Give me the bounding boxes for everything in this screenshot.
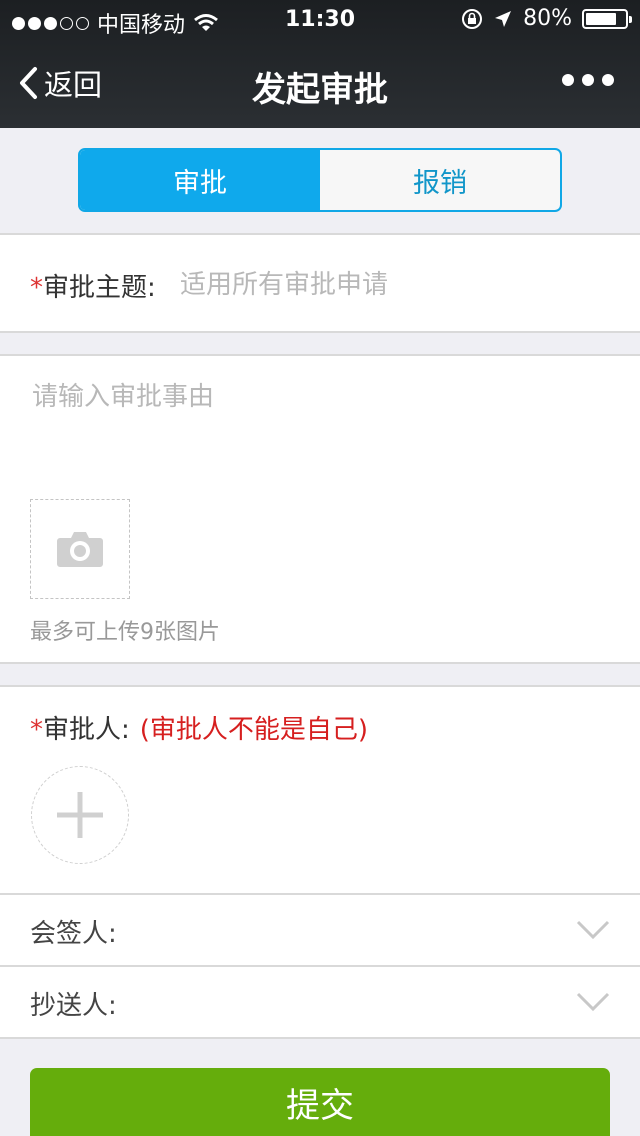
required-mark: * <box>30 715 43 745</box>
approver-warning: (审批人不能是自己) <box>139 715 369 745</box>
approver-label: 审批人: <box>43 715 130 745</box>
tab-reimbursement[interactable]: 报销 <box>320 150 560 210</box>
segmented-control: 审批 报销 <box>78 148 562 212</box>
battery-icon <box>582 8 632 29</box>
cosigner-label: 会签人: <box>30 919 117 949</box>
rotation-lock-icon <box>462 8 483 29</box>
chevron-down-icon <box>576 920 610 940</box>
cc-row[interactable]: 抄送人: <box>0 965 640 1039</box>
upload-photo-button[interactable] <box>30 499 130 599</box>
reason-section: 最多可上传9张图片 <box>0 354 640 664</box>
required-mark: * <box>30 273 43 303</box>
submit-button[interactable]: 提交 <box>30 1068 610 1136</box>
upload-hint: 最多可上传9张图片 <box>30 620 220 645</box>
top-bar: 中国移动 11:30 80% 返回 发起审批 <box>0 0 640 128</box>
camera-icon <box>57 532 103 567</box>
subject-label: 审批主题: <box>43 273 156 303</box>
approver-section: *审批人: (审批人不能是自己) <box>0 685 640 894</box>
battery-percent: 80% <box>523 6 572 31</box>
cc-label: 抄送人: <box>30 991 117 1021</box>
chevron-down-icon <box>576 992 610 1012</box>
tab-approval[interactable]: 审批 <box>80 150 320 210</box>
page-title: 发起审批 <box>252 70 388 110</box>
add-approver-button[interactable] <box>31 766 129 864</box>
cosigner-row[interactable]: 会签人: <box>0 893 640 965</box>
reason-input[interactable] <box>32 376 612 486</box>
subject-input[interactable] <box>180 263 610 307</box>
more-icon[interactable] <box>562 74 614 86</box>
plus-icon <box>57 792 103 838</box>
location-arrow-icon <box>495 10 512 27</box>
nav-bar: 返回 发起审批 <box>0 40 640 128</box>
subject-section: *审批主题: <box>0 233 640 333</box>
status-bar: 中国移动 11:30 80% <box>0 0 640 40</box>
